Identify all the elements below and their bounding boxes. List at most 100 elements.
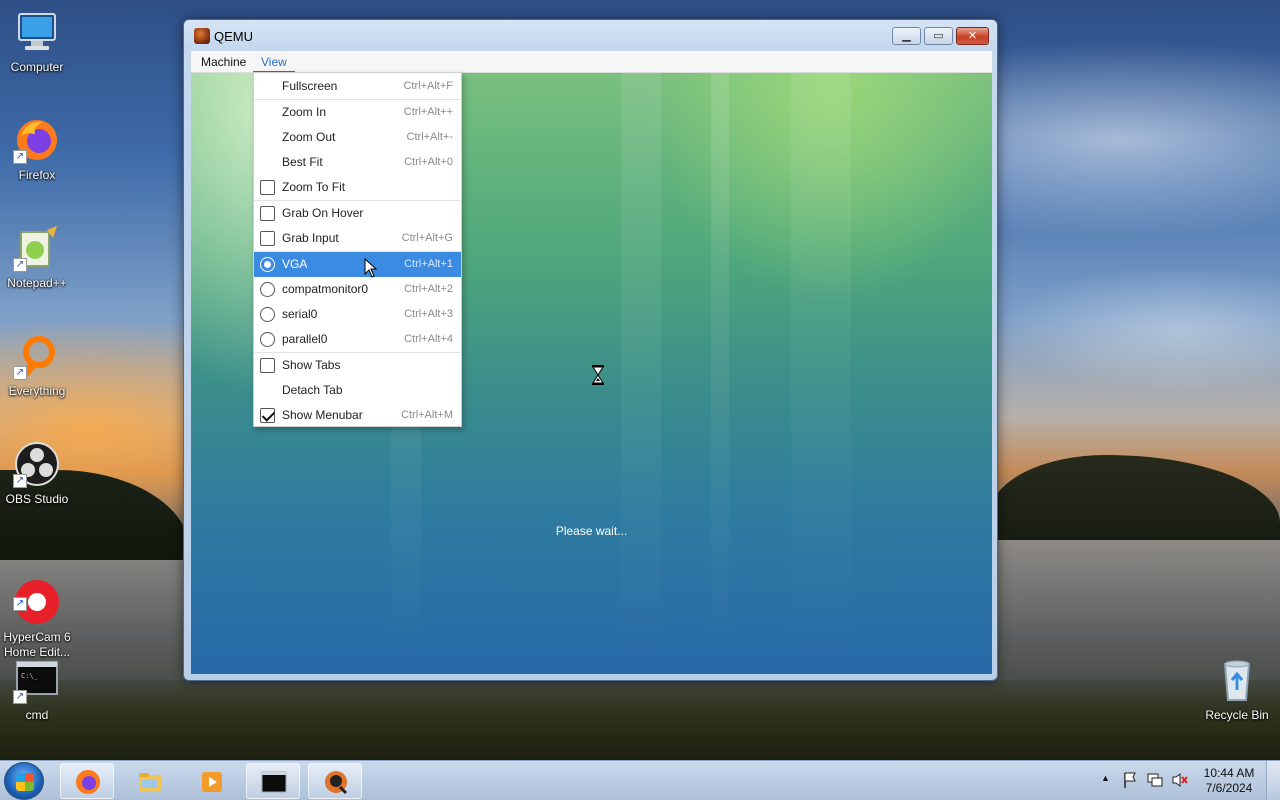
maximize-icon: ▭ <box>933 30 944 42</box>
menu-item-label: compatmonitor0 <box>282 282 369 296</box>
notepadpp-icon: ↗ <box>13 224 61 272</box>
maximize-button[interactable]: ▭ <box>924 27 953 45</box>
menu-item-compatmonitor0[interactable]: compatmonitor0 Ctrl+Alt+2 <box>254 277 461 302</box>
radio-icon <box>260 307 275 322</box>
taskbar-firefox[interactable] <box>60 763 114 799</box>
menu-item-vga[interactable]: VGA Ctrl+Alt+1 <box>254 252 461 277</box>
menu-item-label: Zoom In <box>282 105 327 119</box>
checkbox-icon <box>260 206 275 221</box>
desktop-icon-cmd[interactable]: C:\_ ↗ cmd <box>0 656 77 723</box>
close-button[interactable]: ✕ <box>956 27 989 45</box>
menu-view[interactable]: View <box>253 51 295 73</box>
menu-item-label: Grab On Hover <box>282 206 364 220</box>
desktop-icon-obs[interactable]: ↗ OBS Studio <box>0 440 77 507</box>
desktop-icon-label: Firefox <box>18 168 56 182</box>
menu-item-grab-on-hover[interactable]: Grab On Hover <box>254 201 461 226</box>
close-icon: ✕ <box>967 30 978 42</box>
shortcut-arrow-icon: ↗ <box>13 597 27 611</box>
shortcut-arrow-icon: ↗ <box>13 150 27 164</box>
wallpaper-ray <box>711 73 729 674</box>
menu-item-zoom-out[interactable]: Zoom Out Ctrl+Alt+- <box>254 125 461 150</box>
qemu-icon <box>323 769 349 795</box>
firefox-icon <box>75 769 101 795</box>
desktop-icon-notepadpp[interactable]: ↗ Notepad++ <box>0 224 77 291</box>
desktop-icon-label: Notepad++ <box>7 276 67 290</box>
checkbox-icon <box>260 358 275 373</box>
clock-date: 7/6/2024 <box>1205 781 1253 795</box>
qemu-app-icon <box>194 28 210 44</box>
wallpaper-shore <box>0 680 1280 760</box>
radio-icon <box>260 282 275 297</box>
menu-item-label: Grab Input <box>282 231 339 245</box>
desktop-icon-label: Recycle Bin <box>1205 708 1269 722</box>
desktop-icon-label: OBS Studio <box>5 492 69 506</box>
menu-item-shortcut: Ctrl+Alt+0 <box>404 156 453 168</box>
menu-item-fullscreen[interactable]: Fullscreen Ctrl+Alt+F <box>254 74 461 99</box>
taskbar-explorer[interactable] <box>122 763 176 799</box>
desktop-icon-label: Everything <box>8 384 66 398</box>
minimize-icon: ▁ <box>902 30 911 42</box>
menu-item-detach-tab[interactable]: Detach Tab <box>254 378 461 403</box>
tray-expand-icon[interactable]: ▲ <box>1101 773 1110 783</box>
desktop-icon-everything[interactable]: ↗ Everything <box>0 332 77 399</box>
menu-item-shortcut: Ctrl+Alt+2 <box>404 283 453 295</box>
firefox-icon: ↗ <box>13 116 61 164</box>
guest-status-text: Please wait... <box>555 524 628 538</box>
desktop-icon-recycle-bin[interactable]: Recycle Bin <box>1197 656 1277 723</box>
show-desktop-button[interactable] <box>1266 761 1280 800</box>
volume-muted-icon[interactable] <box>1171 772 1189 791</box>
taskbar-clock[interactable]: 10:44 AM 7/6/2024 <box>1198 766 1260 796</box>
cmd-icon <box>261 769 287 795</box>
menu-item-show-menubar[interactable]: Show Menubar Ctrl+Alt+M <box>254 403 461 428</box>
svg-text:C:\_: C:\_ <box>21 672 39 680</box>
computer-icon <box>13 8 61 56</box>
everything-search-icon: ↗ <box>13 332 61 380</box>
menu-item-shortcut: Ctrl+Alt+1 <box>404 258 453 270</box>
start-button[interactable] <box>4 762 44 800</box>
menu-item-show-tabs[interactable]: Show Tabs <box>254 353 461 378</box>
menu-item-shortcut: Ctrl+Alt+G <box>401 232 453 244</box>
wallpaper-ray <box>621 73 661 674</box>
window-title: QEMU <box>214 29 253 44</box>
window-titlebar[interactable]: QEMU ▁ ▭ ✕ <box>184 20 997 52</box>
menu-item-label: Zoom To Fit <box>282 180 346 194</box>
menu-item-grab-input[interactable]: Grab Input Ctrl+Alt+G <box>254 226 461 251</box>
wallpaper-ray <box>791 73 851 674</box>
shortcut-arrow-icon: ↗ <box>13 366 27 380</box>
folder-icon <box>137 769 163 795</box>
taskbar-cmd[interactable] <box>246 763 300 799</box>
menubar: Machine View <box>191 51 992 73</box>
network-icon[interactable] <box>1146 772 1164 791</box>
checkbox-checked-icon <box>260 408 275 423</box>
menu-item-parallel0[interactable]: parallel0 Ctrl+Alt+4 <box>254 327 461 352</box>
hypercam-icon: ↗ <box>13 563 61 624</box>
menu-item-zoom-to-fit[interactable]: Zoom To Fit <box>254 175 461 200</box>
minimize-button[interactable]: ▁ <box>892 27 921 45</box>
menu-item-best-fit[interactable]: Best Fit Ctrl+Alt+0 <box>254 150 461 175</box>
menu-item-serial0[interactable]: serial0 Ctrl+Alt+3 <box>254 302 461 327</box>
menu-item-shortcut: Ctrl+Alt++ <box>403 106 453 118</box>
desktop-icon-computer[interactable]: Computer <box>0 8 77 75</box>
recycle-bin-icon <box>1213 656 1261 704</box>
menu-item-label: Fullscreen <box>282 79 338 93</box>
menu-machine[interactable]: Machine <box>193 51 254 73</box>
menu-item-shortcut: Ctrl+Alt+3 <box>404 308 453 320</box>
radio-selected-icon <box>260 257 275 272</box>
menu-item-label: Best Fit <box>282 155 323 169</box>
radio-icon <box>260 332 275 347</box>
action-center-flag-icon[interactable] <box>1122 771 1138 792</box>
menu-item-label: Show Tabs <box>282 358 341 372</box>
taskbar-media-player[interactable] <box>184 763 238 799</box>
taskbar-qemu[interactable] <box>308 763 362 799</box>
view-menu-dropdown: Fullscreen Ctrl+Alt+F Zoom In Ctrl+Alt++… <box>253 72 462 427</box>
checkbox-icon <box>260 231 275 246</box>
desktop-icon-firefox[interactable]: ↗ Firefox <box>0 116 77 183</box>
taskbar: ▲ 10:44 AM 7/6/2024 <box>0 760 1280 800</box>
mouse-pointer-icon <box>364 257 378 278</box>
menu-item-zoom-in[interactable]: Zoom In Ctrl+Alt++ <box>254 100 461 125</box>
desktop-icon-label: cmd <box>25 708 49 722</box>
menu-item-label: Show Menubar <box>282 408 363 422</box>
busy-cursor-icon <box>592 365 604 385</box>
menu-item-label: serial0 <box>282 307 318 321</box>
shortcut-arrow-icon: ↗ <box>13 690 27 704</box>
